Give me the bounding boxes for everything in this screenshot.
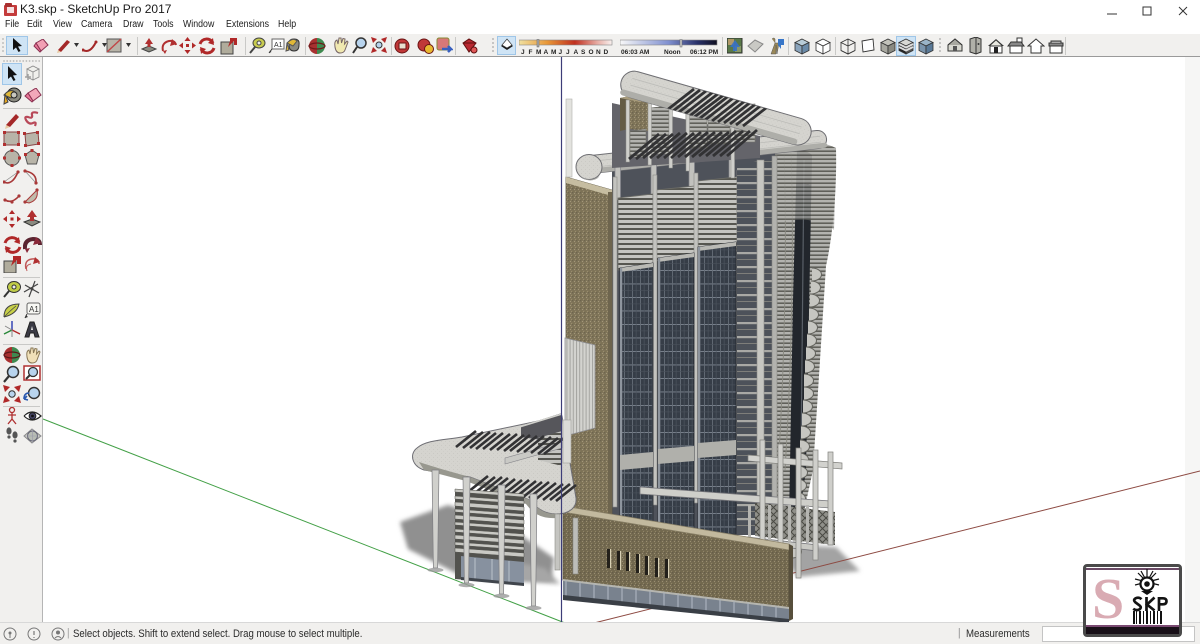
svg-text:S: S	[581, 49, 586, 55]
svg-text:J: J	[559, 49, 563, 55]
svg-text:J: J	[521, 49, 525, 55]
svg-text:O: O	[589, 49, 594, 55]
svg-text:A: A	[544, 49, 549, 55]
svg-text:N: N	[596, 49, 601, 55]
svg-text:A: A	[574, 49, 579, 55]
svg-text:Noon: Noon	[664, 49, 681, 55]
svg-text:M: M	[536, 49, 541, 55]
svg-text:M: M	[551, 49, 556, 55]
svg-text:A1: A1	[274, 42, 283, 49]
svg-text:A1: A1	[29, 305, 39, 314]
svg-text:D: D	[604, 49, 609, 55]
svg-text:J: J	[566, 49, 570, 55]
svg-text:06:03 AM: 06:03 AM	[621, 49, 649, 55]
svg-text:F: F	[529, 49, 533, 55]
svg-text:06:12 PM: 06:12 PM	[690, 49, 718, 55]
